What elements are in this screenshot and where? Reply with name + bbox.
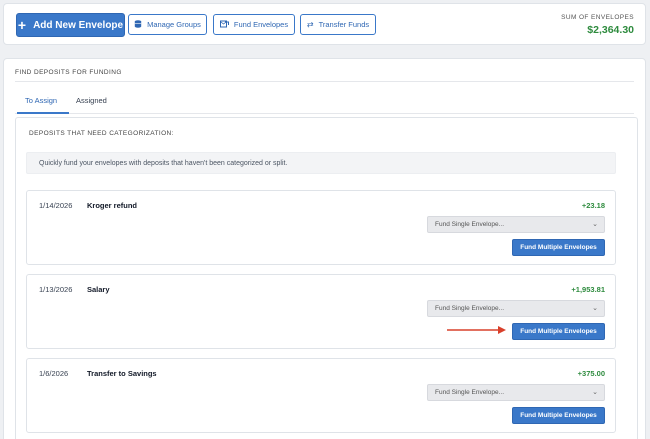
- tab-assigned[interactable]: Assigned: [76, 96, 107, 105]
- active-tab-indicator: [17, 112, 69, 114]
- fund-envelope-icon: [219, 20, 229, 30]
- divider: [15, 81, 634, 82]
- tab-divider: [15, 113, 634, 114]
- tab-to-assign[interactable]: To Assign: [25, 96, 57, 105]
- fund-multiple-envelopes-button[interactable]: Fund Multiple Envelopes: [512, 407, 605, 424]
- chevron-down-icon: ⌄: [592, 389, 598, 396]
- deposit-card: 1/13/2026 Salary +1,953.81 Fund Single E…: [26, 274, 616, 349]
- deposit-name: Salary: [87, 285, 110, 294]
- annotation-arrow-icon: [447, 326, 506, 334]
- add-new-envelope-label: Add New Envelope: [33, 19, 124, 31]
- chevron-down-icon: ⌄: [592, 221, 598, 228]
- chevron-down-icon: ⌄: [592, 305, 598, 312]
- sum-of-envelopes-label: SUM OF ENVELOPES: [561, 14, 634, 21]
- deposit-name: Transfer to Savings: [87, 369, 157, 378]
- transfer-arrows-icon: ⇄: [306, 20, 314, 29]
- transfer-funds-button[interactable]: ⇄ Transfer Funds: [300, 14, 376, 35]
- section-title: FIND DEPOSITS FOR FUNDING: [15, 69, 122, 76]
- manage-groups-button[interactable]: Manage Groups: [128, 14, 207, 35]
- top-toolbar: + Add New Envelope Manage Groups Fund En…: [3, 3, 646, 45]
- deposit-amount: +23.18: [581, 201, 605, 210]
- fund-single-envelope-select[interactable]: Fund Single Envelope... ⌄: [427, 384, 605, 401]
- fund-envelopes-label: Fund Envelopes: [233, 20, 289, 29]
- deposit-date: 1/14/2026: [39, 201, 73, 210]
- deposit-amount: +375.00: [577, 369, 605, 378]
- sum-of-envelopes-value: $2,364.30: [587, 24, 634, 36]
- deposit-amount: +1,953.81: [571, 285, 605, 294]
- fund-envelopes-button[interactable]: Fund Envelopes: [213, 14, 295, 35]
- transfer-funds-label: Transfer Funds: [318, 20, 370, 29]
- fund-multiple-envelopes-button[interactable]: Fund Multiple Envelopes: [512, 323, 605, 340]
- fund-multiple-envelopes-button[interactable]: Fund Multiple Envelopes: [512, 239, 605, 256]
- deposit-name: Kroger refund: [87, 201, 138, 210]
- deposit-date: 1/6/2026: [39, 369, 69, 378]
- database-icon: [134, 19, 142, 30]
- select-value: Fund Single Envelope...: [435, 305, 505, 312]
- select-value: Fund Single Envelope...: [435, 389, 505, 396]
- info-box: Quickly fund your envelopes with deposit…: [26, 152, 616, 174]
- fund-single-envelope-select[interactable]: Fund Single Envelope... ⌄: [427, 216, 605, 233]
- plus-icon: +: [17, 17, 27, 33]
- select-value: Fund Single Envelope...: [435, 221, 505, 228]
- deposit-card: 1/6/2026 Transfer to Savings +375.00 Fun…: [26, 358, 616, 433]
- add-new-envelope-button[interactable]: + Add New Envelope: [16, 13, 125, 37]
- deposit-card: 1/14/2026 Kroger refund +23.18 Fund Sing…: [26, 190, 616, 265]
- manage-groups-label: Manage Groups: [147, 20, 201, 29]
- deposit-date: 1/13/2026: [39, 285, 73, 294]
- fund-single-envelope-select[interactable]: Fund Single Envelope... ⌄: [427, 300, 605, 317]
- deposits-heading: DEPOSITS THAT NEED CATEGORIZATION:: [29, 130, 174, 137]
